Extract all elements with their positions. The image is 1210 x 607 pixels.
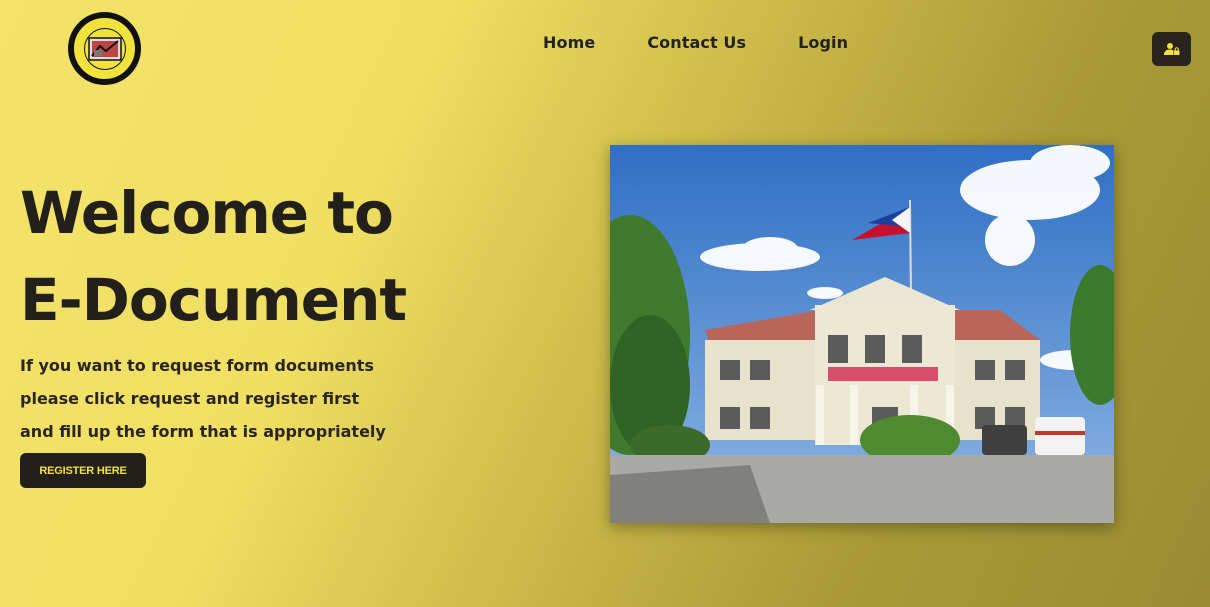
hero-title-line-1: Welcome to — [20, 179, 394, 247]
user-lock-icon — [1163, 43, 1179, 55]
hero-text-line-3: and fill up the form that is appropriate… — [20, 422, 386, 441]
main-nav: Home Contact Us Login — [543, 33, 848, 52]
hero-text-line-1: If you want to request form documents — [20, 356, 374, 375]
nav-home[interactable]: Home — [543, 33, 595, 52]
hero-description: If you want to request form documents pl… — [20, 349, 386, 448]
nav-contact-us[interactable]: Contact Us — [647, 33, 746, 52]
hero-text-line-2: please click request and register first — [20, 389, 360, 408]
nav-login[interactable]: Login — [798, 33, 848, 52]
site-logo[interactable] — [68, 12, 141, 85]
hero-title-line-2: E-Document — [20, 266, 407, 334]
seal-icon — [87, 36, 122, 61]
hero-title: Welcome to E-Document — [20, 170, 407, 344]
register-button[interactable]: REGISTER HERE — [20, 453, 146, 488]
user-button[interactable] — [1152, 32, 1191, 66]
municipal-building-photo — [610, 145, 1114, 523]
